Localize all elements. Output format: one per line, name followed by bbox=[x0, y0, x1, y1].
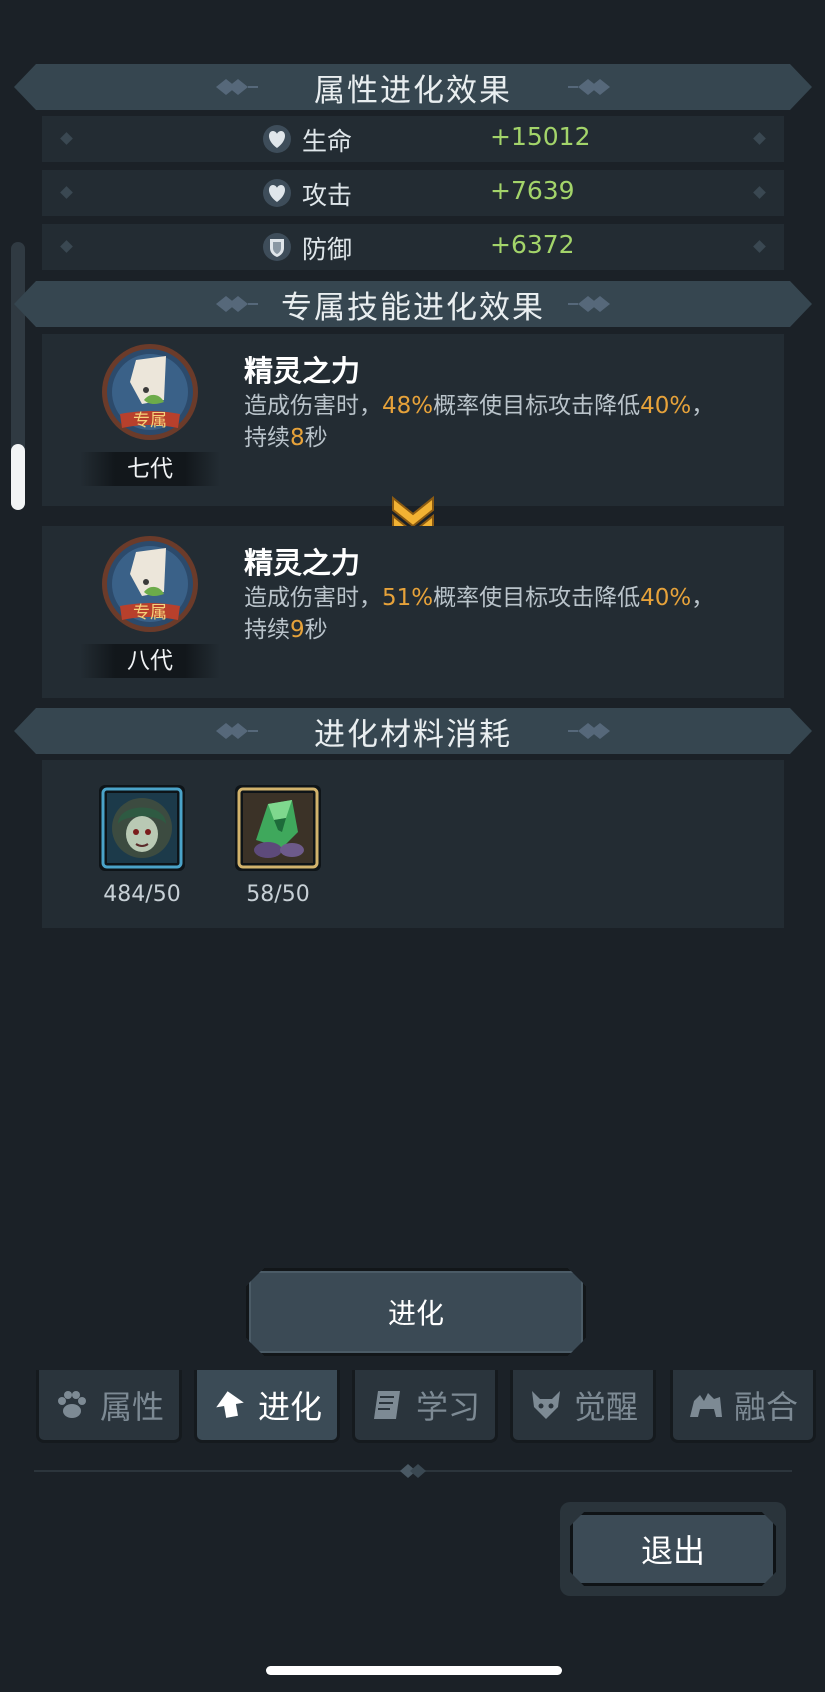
desc-text: 持续 bbox=[244, 425, 290, 451]
evolve-button[interactable]: 进化 bbox=[246, 1268, 586, 1356]
desc-text: ， bbox=[691, 393, 715, 419]
desc-text: 秒 bbox=[304, 617, 328, 643]
material-count: 58/50 bbox=[246, 882, 310, 907]
stat-name: 防御 bbox=[302, 235, 353, 264]
skill-name: 精灵之力 bbox=[244, 546, 361, 580]
scrollbar-thumb[interactable] bbox=[11, 444, 25, 510]
header-ornament-icon bbox=[568, 294, 612, 314]
generation-label: 七代 bbox=[80, 452, 220, 486]
row-dot bbox=[60, 186, 73, 199]
row-dot bbox=[753, 132, 766, 145]
attr-section-title: 属性进化效果 bbox=[314, 72, 512, 109]
beast-icon bbox=[689, 1393, 722, 1417]
skill-section-title: 专属技能进化效果 bbox=[281, 289, 545, 326]
tab-fusion[interactable]: 融合 bbox=[670, 1370, 816, 1443]
desc-text: 秒 bbox=[304, 425, 328, 451]
row-dot bbox=[60, 240, 73, 253]
stat-value: +15012 bbox=[490, 122, 591, 151]
skill-duration: 9 bbox=[290, 617, 305, 643]
tab-label: 觉醒 bbox=[573, 1388, 638, 1426]
skill-reduce: 40% bbox=[640, 585, 692, 611]
desc-text: 造成伤害时， bbox=[244, 393, 382, 419]
divider-ornament-icon bbox=[400, 1464, 426, 1478]
stat-value: +7639 bbox=[490, 176, 575, 205]
exclusive-skill-badge-icon[interactable]: 专属 bbox=[100, 534, 200, 634]
stat-row-atk: 攻击 +7639 bbox=[42, 170, 784, 216]
header-ornament-icon bbox=[214, 721, 258, 741]
tab-awaken[interactable]: 觉醒 bbox=[510, 1370, 656, 1443]
desc-text: 概率使目标攻击降低 bbox=[433, 393, 641, 419]
skill-reduce: 40% bbox=[640, 393, 692, 419]
tab-evolve[interactable]: 进化 bbox=[194, 1370, 340, 1443]
stat-name: 攻击 bbox=[302, 181, 353, 210]
attr-section-header: 属性进化效果 bbox=[14, 64, 812, 110]
desc-text: 持续 bbox=[244, 617, 290, 643]
desc-text: 造成伤害时， bbox=[244, 585, 382, 611]
row-dot bbox=[753, 186, 766, 199]
heart-shield-icon bbox=[263, 179, 291, 207]
header-ornament-icon bbox=[568, 77, 612, 97]
generation-label: 八代 bbox=[80, 644, 220, 678]
tab-label: 进化 bbox=[257, 1388, 322, 1426]
stat-row-hp: 生命 +15012 bbox=[42, 116, 784, 162]
material-panel: 484/50 58/50 bbox=[42, 760, 784, 928]
green-crystal-icon[interactable] bbox=[234, 784, 322, 872]
stat-name: 生命 bbox=[302, 127, 353, 156]
demon-head-icon bbox=[531, 1391, 560, 1419]
skill-card-next: 专属 八代 精灵之力 造成伤害时，51%概率使目标攻击降低40%， 持续9秒 bbox=[42, 526, 784, 698]
skill-card-current: 专属 七代 精灵之力 造成伤害时，48%概率使目标攻击降低40%， 持续8秒 bbox=[42, 334, 784, 506]
skill-duration: 8 bbox=[290, 425, 305, 451]
skill-chance: 51% bbox=[382, 585, 434, 611]
stat-row-def: 防御 +6372 bbox=[42, 224, 784, 270]
desc-text: 概率使目标攻击降低 bbox=[433, 585, 641, 611]
skill-chance: 48% bbox=[382, 393, 434, 419]
stat-value: +6372 bbox=[490, 230, 575, 259]
badge-text: 专属 bbox=[133, 603, 167, 623]
skill-description: 造成伤害时，51%概率使目标攻击降低40%， 持续9秒 bbox=[244, 582, 764, 646]
home-indicator[interactable] bbox=[266, 1666, 562, 1675]
tab-bar: 属性 进化 学习 觉醒 融合 bbox=[0, 1370, 825, 1444]
tab-label: 属性 bbox=[99, 1388, 164, 1426]
row-dot bbox=[753, 240, 766, 253]
material-count: 484/50 bbox=[103, 882, 181, 907]
skill-description: 造成伤害时，48%概率使目标攻击降低40%， 持续8秒 bbox=[244, 390, 764, 454]
up-arrow-icon bbox=[216, 1391, 244, 1418]
material-section-header: 进化材料消耗 bbox=[14, 708, 812, 754]
header-ornament-icon bbox=[214, 77, 258, 97]
tab-label: 融合 bbox=[733, 1388, 798, 1426]
badge-text: 专属 bbox=[133, 411, 167, 431]
hero-portrait-icon[interactable] bbox=[98, 784, 186, 872]
header-ornament-icon bbox=[568, 721, 612, 741]
skill-section-header: 专属技能进化效果 bbox=[14, 281, 812, 327]
book-icon bbox=[373, 1391, 400, 1419]
paw-icon bbox=[57, 1391, 86, 1418]
exit-button[interactable]: 退出 bbox=[560, 1502, 786, 1596]
tab-learn[interactable]: 学习 bbox=[352, 1370, 498, 1443]
skill-name: 精灵之力 bbox=[244, 354, 361, 388]
heart-shield-icon bbox=[263, 125, 291, 153]
tab-label: 学习 bbox=[415, 1388, 480, 1426]
row-dot bbox=[60, 132, 73, 145]
armor-shield-icon bbox=[263, 233, 291, 261]
tab-attributes[interactable]: 属性 bbox=[36, 1370, 182, 1443]
desc-text: ， bbox=[691, 585, 715, 611]
exclusive-skill-badge-icon[interactable]: 专属 bbox=[100, 342, 200, 442]
material-section-title: 进化材料消耗 bbox=[314, 716, 512, 753]
header-ornament-icon bbox=[214, 294, 258, 314]
exit-label: 退出 bbox=[570, 1512, 776, 1586]
